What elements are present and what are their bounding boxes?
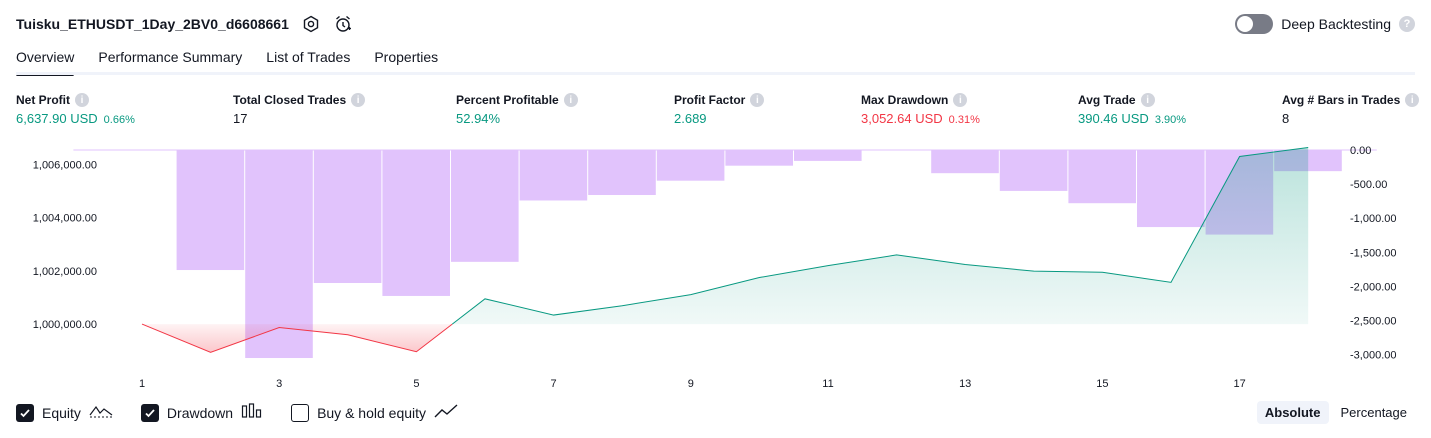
drawdown-bar (931, 150, 999, 174)
alarm-clock-icon[interactable] (333, 14, 353, 34)
metric-label: Avg # Bars in Trades (1282, 93, 1401, 107)
metric-value: 390.46 USD (1078, 111, 1149, 126)
metric-value: 3,052.64 USD (861, 111, 943, 126)
drawdown-bar (1068, 150, 1136, 204)
strategy-title: Tuisku_ETHUSDT_1Day_2BV0_d6608661 (16, 16, 289, 32)
legend-buy-hold[interactable]: Buy & hold equity (291, 403, 458, 422)
info-icon[interactable]: i (953, 93, 968, 107)
percentage-button[interactable]: Percentage (1333, 401, 1416, 424)
metric-label: Net Profit (16, 93, 70, 107)
metric-label: Profit Factor (674, 93, 746, 107)
buy-hold-line-icon (434, 403, 458, 422)
left-axis-tick: 1,002,000.00 (33, 266, 97, 278)
buy-hold-checkbox[interactable] (291, 403, 310, 422)
x-axis-tick: 15 (1096, 378, 1108, 390)
legend-drawdown[interactable]: Drawdown (140, 403, 263, 422)
metric-total-closed-trades: Total Closed Trades i 17 (233, 93, 366, 126)
metric-percent: 0.66% (103, 114, 135, 126)
drawdown-bar (999, 150, 1068, 191)
drawdown-bar (1137, 150, 1205, 228)
absolute-button[interactable]: Absolute (1256, 401, 1329, 424)
x-axis-tick: 7 (551, 378, 557, 390)
drawdown-bars-icon (241, 403, 263, 422)
metric-value: 8 (1282, 111, 1290, 126)
metric-label: Percent Profitable (456, 93, 559, 107)
metrics-row: Net Profit i 6,637.90 USD 0.66% Total Clos… (16, 93, 1420, 133)
info-icon[interactable]: i (563, 93, 578, 107)
drawdown-bar (725, 150, 793, 166)
metric-value: 17 (233, 111, 248, 126)
metric-value: 6,637.90 USD (16, 111, 98, 126)
right-axis-tick: -1,000.00 (1350, 213, 1396, 225)
info-icon[interactable]: i (75, 93, 89, 107)
equity-checkbox[interactable] (16, 403, 34, 422)
x-axis-tick: 5 (413, 378, 419, 390)
drawdown-bar (176, 150, 245, 271)
metric-percent: 3.90% (1154, 114, 1187, 126)
deep-backtesting-control: Deep Backtesting ? (1235, 12, 1415, 36)
metric-value: 2.689 (674, 111, 707, 126)
equity-line-icon (89, 403, 113, 422)
info-icon[interactable]: i (1405, 93, 1420, 107)
settings-icon[interactable] (301, 14, 321, 34)
info-icon[interactable]: i (351, 93, 366, 107)
metric-profit-factor: Profit Factor i 2.689 (674, 93, 765, 126)
metric-max-drawdown: Max Drawdown i 3,052.64 USD 0.31% (861, 93, 980, 126)
strategy-header: Tuisku_ETHUSDT_1Day_2BV0_d6608661 (16, 12, 353, 36)
metric-label: Total Closed Trades (233, 93, 347, 107)
metric-value: 52.94% (456, 111, 501, 126)
left-axis-tick: 1,000,000.00 (33, 319, 97, 331)
legend-buy-hold-label: Buy & hold equity (317, 404, 427, 421)
right-axis-tick: -2,000.00 (1350, 281, 1396, 293)
drawdown-bar (794, 150, 862, 161)
metric-label: Max Drawdown (861, 93, 949, 107)
value-mode-switch: Absolute Percentage (1256, 401, 1416, 424)
equity-drawdown-chart[interactable]: 1,006,000.00 1,004,000.00 1,002,000.00 1,00… (0, 140, 1431, 395)
drawdown-bar (656, 150, 725, 181)
right-axis-tick: -500.00 (1350, 179, 1387, 191)
metric-label: Avg Trade (1078, 93, 1136, 107)
right-axis-tick: 0.00 (1350, 145, 1371, 157)
drawdown-bar (382, 150, 450, 296)
deep-backtesting-toggle[interactable] (1235, 14, 1274, 34)
x-axis-tick: 1 (139, 378, 145, 390)
metric-percent-profitable: Percent Profitable i 52.94% (456, 93, 578, 126)
metric-net-profit: Net Profit i 6,637.90 USD 0.66% (16, 93, 135, 126)
right-axis-tick: -1,500.00 (1350, 247, 1396, 259)
legend-equity-label: Equity (42, 404, 81, 421)
chart-legend: Equity Drawdown Buy & hold equity (16, 403, 458, 422)
left-axis-tick: 1,004,000.00 (33, 213, 97, 225)
drawdown-bar (451, 150, 519, 262)
deep-backtesting-label: Deep Backtesting (1281, 16, 1391, 32)
info-icon[interactable]: i (1140, 93, 1155, 107)
right-axis-tick: -2,500.00 (1350, 316, 1396, 328)
drawdown-bar (588, 150, 656, 196)
tabs-divider (16, 72, 1415, 75)
help-icon[interactable]: ? (1399, 16, 1415, 32)
left-axis-tick: 1,006,000.00 (33, 160, 97, 172)
x-axis-tick: 9 (688, 378, 694, 390)
legend-equity[interactable]: Equity (16, 403, 113, 422)
toggle-knob (1237, 16, 1254, 32)
metric-avg-trade: Avg Trade i 390.46 USD 3.90% (1078, 93, 1186, 126)
legend-drawdown-label: Drawdown (166, 404, 234, 421)
x-axis-tick: 13 (959, 378, 971, 390)
metric-percent: 0.31% (948, 114, 980, 126)
metric-avg-bars-in-trades: Avg # Bars in Trades i 8 (1282, 93, 1420, 126)
drawdown-checkbox[interactable] (140, 403, 159, 422)
drawdown-bar (519, 150, 588, 201)
right-axis-tick: -3,000.00 (1350, 350, 1396, 362)
x-axis-tick: 11 (822, 378, 833, 390)
x-axis-tick: 17 (1233, 378, 1245, 390)
x-axis-tick: 3 (276, 378, 282, 390)
drawdown-bar (313, 150, 382, 283)
info-icon[interactable]: i (750, 93, 765, 107)
